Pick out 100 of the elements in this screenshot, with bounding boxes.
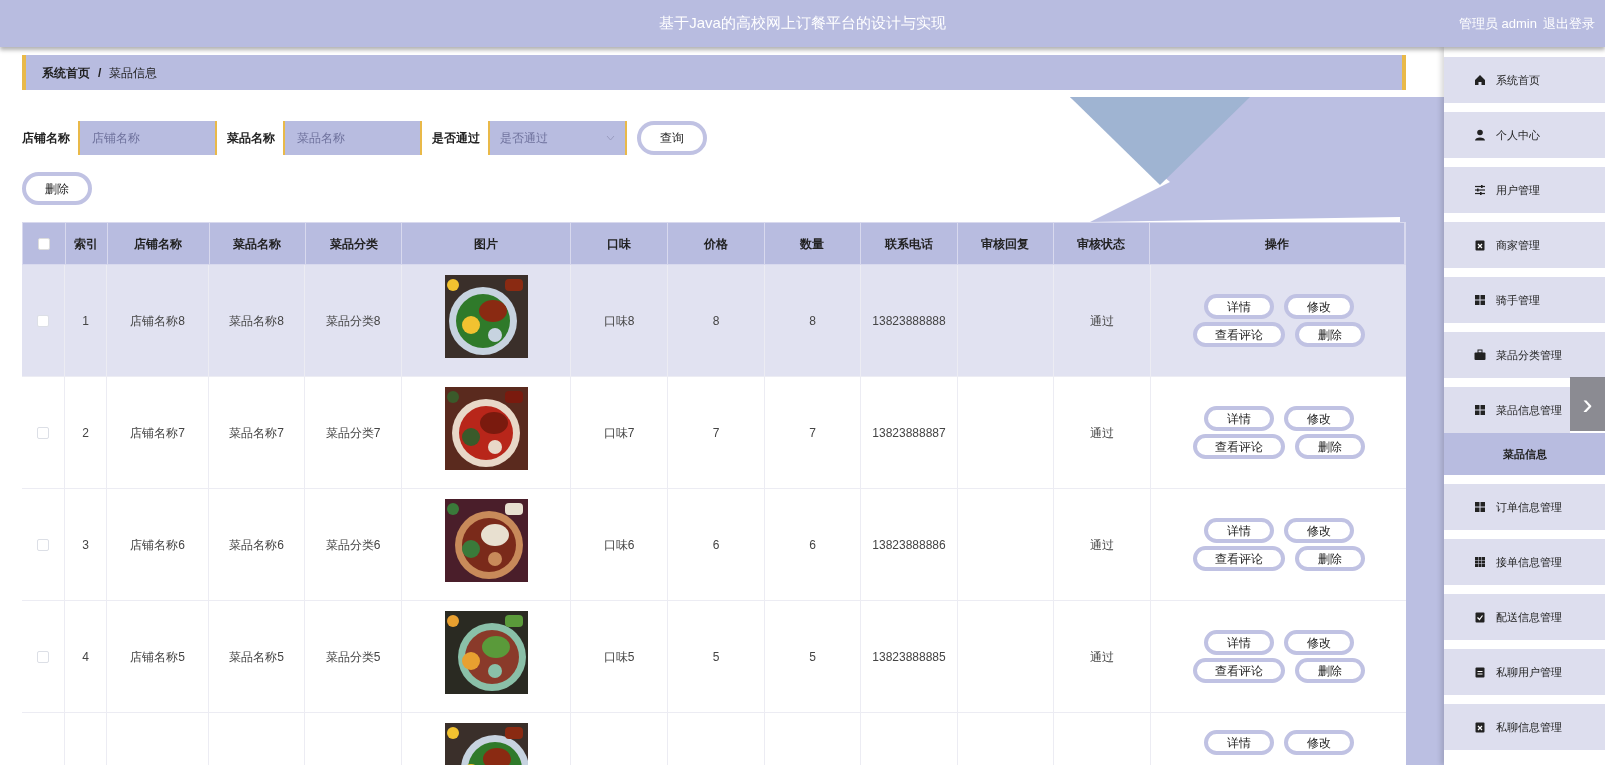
row-checkbox[interactable] <box>37 650 49 663</box>
column-header: 联系电话 <box>860 223 958 264</box>
column-header: 索引 <box>65 223 108 264</box>
page-title: 基于Java的高校网上订餐平台的设计与实现 <box>659 13 946 34</box>
table-cell-text: 1 <box>82 312 89 330</box>
table-row[interactable]: 2 店铺名称7 菜品名称7 菜品分类7 口味7 7 7 13823888887 通过 详情 修改 查看评论 删除 <box>22 377 1406 489</box>
sidebar-item[interactable]: 骑手管理 <box>1444 277 1605 323</box>
sidebar-item[interactable]: 菜品分类管理 <box>1444 332 1605 378</box>
grid-icon <box>1474 501 1486 513</box>
table-cell-text: 7 <box>712 424 720 442</box>
sidebar-item[interactable]: 系统首页 <box>1444 57 1605 103</box>
sidebar-item[interactable]: 个人中心 <box>1444 112 1605 158</box>
edit-button[interactable]: 修改 <box>1283 730 1354 755</box>
details-button[interactable]: 详情 <box>1203 630 1274 655</box>
sidebar-item[interactable]: 配送信息管理 <box>1444 594 1605 640</box>
edit-button[interactable]: 修改 <box>1283 406 1354 431</box>
table-cell-text: 通过 <box>1090 424 1114 442</box>
column-header: 审核状态 <box>1053 223 1151 264</box>
delete-button[interactable]: 删除 <box>1294 658 1365 683</box>
edit-button[interactable]: 修改 <box>1283 518 1354 543</box>
details-button[interactable]: 详情 <box>1203 406 1274 431</box>
table-cell-text: 口味6 <box>603 536 635 554</box>
table-cell-text: 6 <box>809 536 816 554</box>
table-cell-text: 8 <box>712 312 720 330</box>
table-cell-text: 13823888887 <box>872 424 946 442</box>
column-header: 菜品分类 <box>305 223 403 264</box>
delete-button[interactable]: 删除 <box>1294 434 1365 459</box>
table-cell-text: 通过 <box>1090 648 1114 666</box>
column-header: 菜品名称 <box>209 223 306 264</box>
table-cell-text: 13823888885 <box>872 648 946 666</box>
grid-icon <box>1474 294 1486 306</box>
filter-label: 店铺名称 <box>22 130 70 147</box>
comments-button[interactable]: 查看评论 <box>1192 546 1285 571</box>
comments-button[interactable]: 查看评论 <box>1192 658 1285 683</box>
table-cell-text: 3 <box>82 536 89 554</box>
table-cell-text: 6 <box>712 536 720 554</box>
edit-button[interactable]: 修改 <box>1283 630 1354 655</box>
input-field[interactable]: 菜品名称 <box>283 121 422 155</box>
row-checkbox[interactable] <box>37 538 49 551</box>
filter-label: 是否通过 <box>432 130 480 147</box>
select-all-checkbox[interactable] <box>37 237 50 250</box>
details-button[interactable]: 详情 <box>1203 518 1274 543</box>
input-field[interactable]: 店铺名称 <box>78 121 217 155</box>
comments-button[interactable]: 查看评论 <box>1192 434 1285 459</box>
table-cell-text: 菜品名称5 <box>229 648 284 666</box>
table-cell-text: 菜品分类5 <box>325 648 381 666</box>
table-cell-text: 菜品名称8 <box>229 312 284 330</box>
sidebar-item[interactable]: 订单信息管理 <box>1444 484 1605 530</box>
table-row[interactable]: 4 店铺名称5 菜品名称5 菜品分类5 口味5 5 5 13823888885 通过 详情 修改 查看评论 删除 <box>22 601 1406 713</box>
table-cell-text: 菜品名称7 <box>229 424 284 442</box>
grid-icon <box>1474 556 1486 568</box>
breadcrumb-item[interactable]: 系统首页 <box>42 63 90 82</box>
table-cell-text: 口味7 <box>603 424 635 442</box>
column-header: 操作 <box>1150 223 1405 264</box>
table-cell-text: 店铺名称7 <box>130 424 185 442</box>
edit-button[interactable]: 修改 <box>1283 294 1354 319</box>
sidebar-item[interactable]: 接单信息管理 <box>1444 539 1605 585</box>
table-cell-text: 菜品分类6 <box>325 536 381 554</box>
table-row[interactable]: 3 店铺名称6 菜品名称6 菜品分类6 口味6 6 6 13823888886 通过 详情 修改 查看评论 删除 <box>22 489 1406 601</box>
column-header: 口味 <box>571 223 669 264</box>
clipboard-check-icon <box>1474 611 1486 623</box>
column-header: 图片 <box>402 223 572 264</box>
sidebar-item[interactable]: 商家管理 <box>1444 222 1605 268</box>
table-cell-text: 口味8 <box>603 312 635 330</box>
table-cell-text: 菜品分类7 <box>325 424 381 442</box>
row-checkbox[interactable] <box>37 314 49 327</box>
sidebar-item[interactable]: 私聊用户管理 <box>1444 649 1605 695</box>
breadcrumb-separator: / <box>98 64 102 82</box>
row-checkbox[interactable] <box>37 426 49 439</box>
chevron-down-icon <box>606 135 615 141</box>
table-cell-text: 13823888888 <box>872 312 946 330</box>
table-cell-text: 店铺名称6 <box>130 536 185 554</box>
user-icon <box>1474 129 1486 141</box>
sliders-icon <box>1474 184 1486 196</box>
briefcase-icon <box>1474 349 1486 361</box>
table-cell-text: 菜品分类8 <box>325 312 381 330</box>
table-cell-text: 2 <box>82 424 89 442</box>
table-cell-text: 通过 <box>1090 536 1114 554</box>
breadcrumb-item: 菜品信息 <box>109 64 158 82</box>
comments-button[interactable]: 查看评论 <box>1192 322 1285 347</box>
sidebar-item[interactable]: 私聊信息管理 <box>1444 704 1605 750</box>
grid-icon <box>1474 404 1486 416</box>
table-cell-text: 店铺名称5 <box>130 648 185 666</box>
table-row[interactable]: 1 店铺名称8 菜品名称8 菜品分类8 口味8 8 8 13823888888 通过 详情 修改 查看评论 删除 <box>22 265 1406 377</box>
table-cell-text: 7 <box>809 424 816 442</box>
sidebar-item[interactable]: 菜品信息管理 <box>1444 387 1570 433</box>
column-header: 店铺名称 <box>107 223 210 264</box>
table-cell-text: 8 <box>809 312 816 330</box>
delete-button[interactable]: 删除 <box>1294 322 1365 347</box>
details-button[interactable]: 详情 <box>1203 730 1274 755</box>
search-button[interactable]: 查询 <box>637 121 707 155</box>
sidebar-item[interactable]: 用户管理 <box>1444 167 1605 213</box>
table-cell-text: 5 <box>809 648 816 666</box>
column-header: 价格 <box>668 223 765 264</box>
delete-button[interactable]: 删除 <box>1294 546 1365 571</box>
sidebar-subitem[interactable]: 菜品信息 <box>1444 433 1605 475</box>
user-label: 管理员 admin <box>1458 14 1537 33</box>
details-button[interactable]: 详情 <box>1203 294 1274 319</box>
delete-button[interactable]: 删除 <box>22 172 92 205</box>
home-icon <box>1474 74 1486 86</box>
